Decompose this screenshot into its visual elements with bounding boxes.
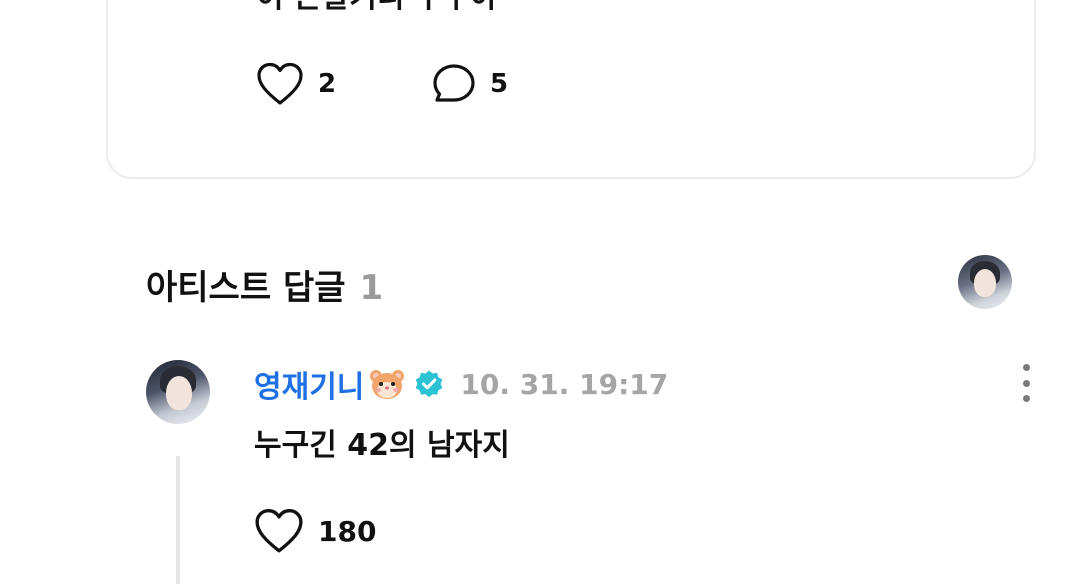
artist-replies-title: 아티스트 답글 bbox=[146, 268, 346, 308]
speech-bubble-icon bbox=[433, 64, 475, 102]
artist-avatar-thumbnail[interactable] bbox=[958, 255, 1012, 309]
comments-screen: 이 존잘기니 누구야 2 5 아티스트 답글 1 영재기니 bbox=[0, 0, 1080, 584]
post-like-button[interactable]: 2 bbox=[256, 62, 336, 106]
avatar-face bbox=[974, 269, 996, 297]
comment-text: 누구긴 42의 남자지 bbox=[254, 428, 510, 463]
artist-replies-header: 아티스트 답글 1 bbox=[146, 260, 383, 309]
verified-check-icon bbox=[416, 370, 443, 398]
comment-header: 영재기니 10. 31. 19:17 bbox=[254, 362, 668, 406]
comment-date: 10. 31. 19:17 bbox=[460, 367, 669, 401]
comment-author-avatar[interactable] bbox=[146, 360, 210, 424]
comment-author-name[interactable]: 영재기니 bbox=[254, 362, 364, 406]
post-like-count: 2 bbox=[318, 69, 337, 99]
comment-like-count: 180 bbox=[318, 514, 377, 548]
post-card: 이 존잘기니 누구야 2 5 bbox=[106, 0, 1036, 179]
more-vertical-icon[interactable] bbox=[1016, 364, 1036, 402]
heart-outline-icon bbox=[257, 62, 303, 105]
avatar-face bbox=[166, 376, 192, 410]
post-reply-button[interactable]: 5 bbox=[432, 62, 508, 106]
heart-outline-icon bbox=[255, 509, 303, 553]
reply-thread-line bbox=[176, 456, 180, 584]
hamster-icon bbox=[370, 370, 405, 399]
artist-replies-count: 1 bbox=[359, 268, 384, 308]
post-text: 이 존잘기니 누구야 bbox=[256, 0, 498, 16]
post-reply-count: 5 bbox=[490, 69, 509, 99]
comment-like-button[interactable]: 180 bbox=[254, 506, 376, 556]
